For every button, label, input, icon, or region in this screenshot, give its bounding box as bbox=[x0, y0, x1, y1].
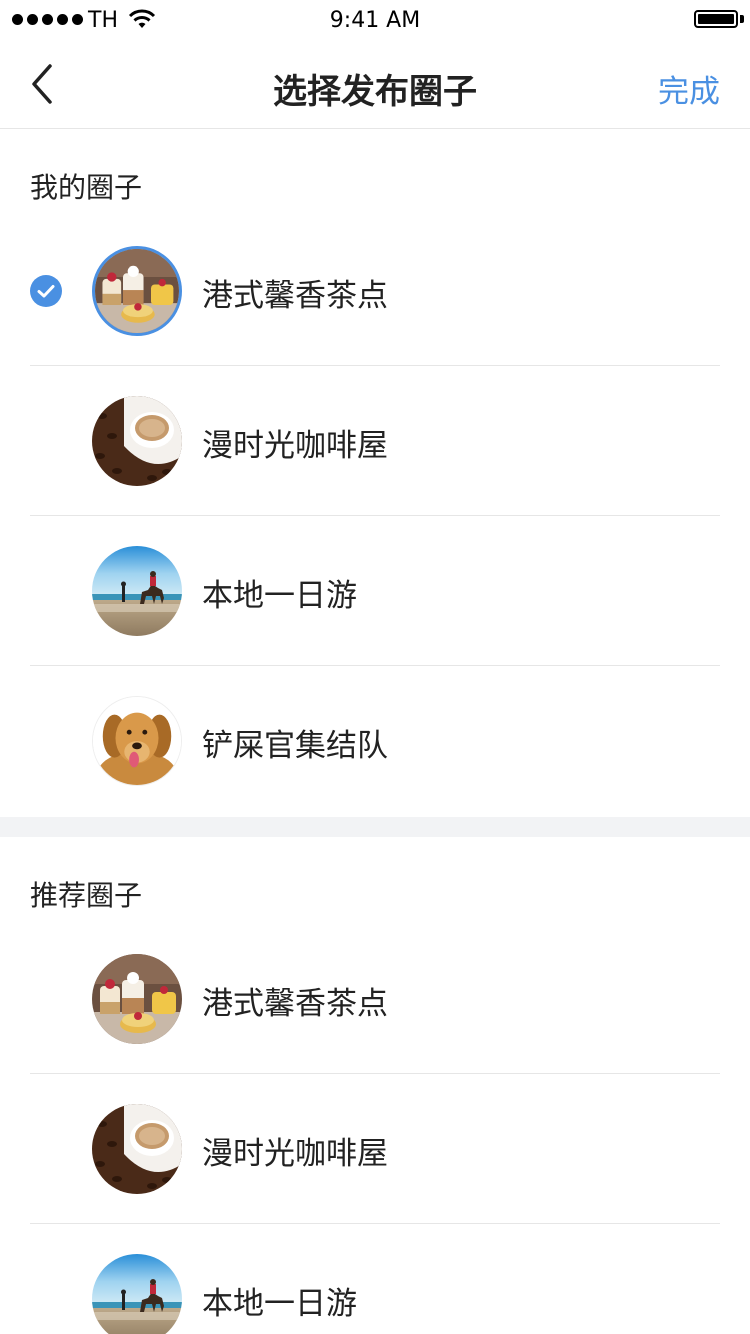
circle-item[interactable]: 漫时光咖啡屋 bbox=[0, 1074, 750, 1224]
circle-name: 漫时光咖啡屋 bbox=[202, 428, 388, 464]
circle-item[interactable]: 铲屎官集结队 bbox=[0, 666, 750, 816]
page-title: 选择发布圈子 bbox=[273, 72, 477, 112]
circle-item[interactable]: 本地一日游 bbox=[0, 1224, 750, 1334]
status-time: 9:41 AM bbox=[329, 8, 421, 33]
circle-item-selected[interactable]: 港式馨香茶点 bbox=[0, 216, 750, 366]
section-header-recommended-circles: 推荐圈子 bbox=[30, 879, 143, 912]
circle-avatar bbox=[92, 396, 182, 486]
circle-item[interactable]: 漫时光咖啡屋 bbox=[0, 366, 750, 516]
circle-name: 本地一日游 bbox=[202, 1286, 357, 1322]
circle-avatar bbox=[92, 696, 182, 786]
section-separator bbox=[0, 817, 750, 837]
circle-name: 港式馨香茶点 bbox=[202, 278, 388, 314]
circle-name: 港式馨香茶点 bbox=[202, 986, 388, 1022]
check-circle-icon[interactable] bbox=[30, 275, 62, 307]
battery-icon bbox=[694, 10, 738, 28]
circle-avatar bbox=[92, 954, 182, 1044]
nav-bar: 选择发布圈子 完成 bbox=[0, 40, 750, 129]
circle-avatar bbox=[92, 546, 182, 636]
circle-avatar bbox=[92, 1254, 182, 1334]
circle-avatar bbox=[92, 246, 182, 336]
done-button[interactable]: 完成 bbox=[658, 66, 720, 111]
circle-name: 本地一日游 bbox=[202, 578, 357, 614]
section-header-my-circles: 我的圈子 bbox=[30, 171, 143, 204]
circle-item[interactable]: 港式馨香茶点 bbox=[0, 924, 750, 1074]
circle-name: 漫时光咖啡屋 bbox=[202, 1136, 388, 1172]
circle-item[interactable]: 本地一日游 bbox=[0, 516, 750, 666]
battery-tip bbox=[740, 15, 744, 23]
circle-avatar bbox=[92, 1104, 182, 1194]
status-bar: TH 9:41 AM bbox=[0, 0, 750, 40]
circle-name: 铲屎官集结队 bbox=[202, 728, 388, 764]
